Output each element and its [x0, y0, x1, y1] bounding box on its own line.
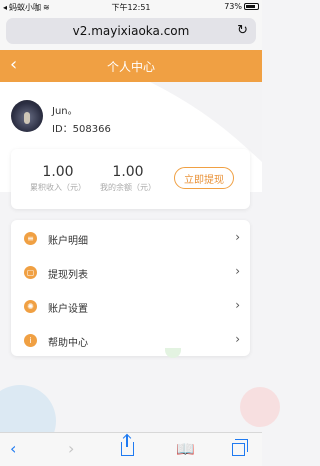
total-income-stat: 1.00 累积收入（元）	[28, 164, 88, 193]
chevron-right-icon: ›	[235, 264, 240, 278]
address-bar[interactable]: v2.mayixiaoka.com ↻	[6, 18, 256, 44]
menu-card: ≡ 账户明细 › ▢ 提现列表 › ✺ 账户设置 › i 帮助中心 ›	[11, 220, 250, 356]
share-icon[interactable]	[121, 435, 134, 456]
avatar[interactable]	[11, 100, 43, 132]
decorative-circle-pink	[240, 387, 280, 427]
avatar-figure	[24, 112, 30, 124]
chevron-right-icon: ›	[235, 332, 240, 346]
user-id: ID：508366	[52, 124, 111, 135]
stats-card: 1.00 累积收入（元） 1.00 我的余额（元） 立即提现	[11, 149, 250, 209]
status-bar: ◂ 蚂蚁小咖 ≋ 下午12:51 73%	[0, 0, 262, 14]
menu-item-withdraw-list[interactable]: ▢ 提现列表 ›	[11, 256, 250, 290]
info-icon: i	[24, 334, 37, 347]
page-header: ‹ 个人中心	[0, 50, 262, 82]
gear-icon: ✺	[24, 300, 37, 313]
page-title: 个人中心	[106, 60, 155, 74]
battery-icon	[244, 3, 259, 10]
menu-item-label: 账户设置	[48, 304, 88, 315]
bookmarks-icon[interactable]: 📖	[176, 440, 195, 458]
chevron-right-icon: ›	[235, 298, 240, 312]
battery-percent: 73%	[224, 2, 242, 11]
total-income-value: 1.00	[42, 164, 74, 180]
status-time: 下午12:51	[111, 3, 151, 12]
total-income-label: 累积收入（元）	[30, 183, 86, 192]
url-text: v2.mayixiaoka.com	[72, 24, 190, 38]
balance-label: 我的余额（元）	[100, 183, 156, 192]
chevron-right-icon: ›	[235, 230, 240, 244]
list-icon: ≡	[24, 232, 37, 245]
withdraw-button[interactable]: 立即提现	[174, 167, 234, 189]
document-icon: ▢	[24, 266, 37, 279]
balance-stat: 1.00 我的余额（元）	[94, 164, 162, 193]
menu-item-help-center[interactable]: i 帮助中心 ›	[11, 324, 250, 358]
browser-back-icon[interactable]: ‹	[10, 439, 16, 458]
balance-value: 1.00	[112, 164, 144, 180]
username: Jun。	[52, 106, 78, 117]
menu-item-label: 帮助中心	[48, 338, 88, 349]
menu-item-label: 账户明细	[48, 236, 88, 247]
tabs-icon[interactable]	[232, 439, 248, 456]
browser-forward-icon[interactable]: ›	[68, 439, 74, 458]
status-right: 73%	[224, 2, 259, 11]
reload-icon[interactable]: ↻	[237, 23, 248, 38]
menu-item-account-settings[interactable]: ✺ 账户设置 ›	[11, 290, 250, 324]
menu-item-account-details[interactable]: ≡ 账户明细 ›	[11, 222, 250, 256]
menu-item-label: 提现列表	[48, 270, 88, 281]
browser-toolbar: ‹ › 📖	[0, 432, 262, 466]
browser-address-area: v2.mayixiaoka.com ↻	[0, 14, 262, 50]
